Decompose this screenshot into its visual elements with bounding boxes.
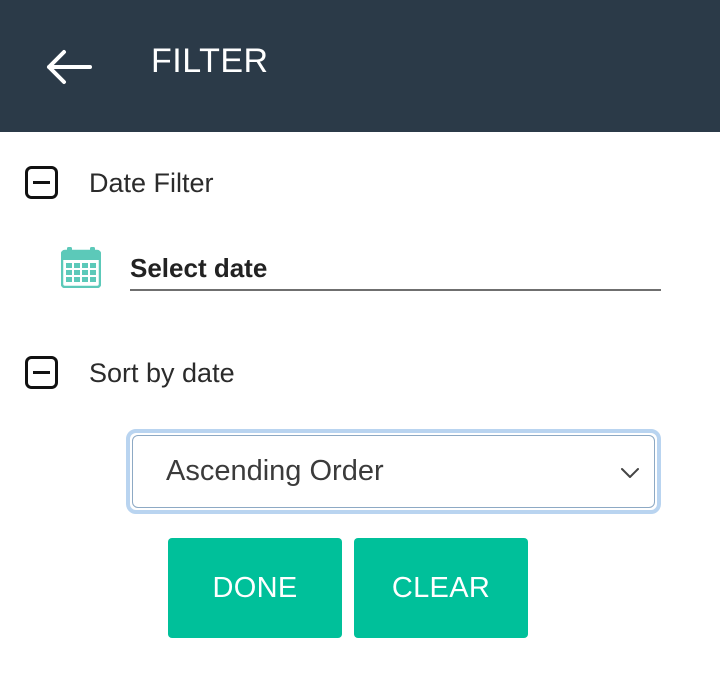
collapse-minus-icon [25,356,58,389]
sort-order-select-focus-ring: Ascending Order [126,429,661,514]
back-button[interactable] [40,44,96,88]
chevron-down-icon [621,468,639,478]
calendar-icon[interactable] [60,246,102,289]
clear-button[interactable]: CLEAR [354,538,528,638]
date-filter-toggle[interactable] [25,166,58,199]
sort-filter-toggle[interactable] [25,356,58,389]
sort-filter-label: Sort by date [89,358,235,388]
top-app-bar: FILTER [0,0,720,132]
date-filter-label: Date Filter [89,168,214,198]
date-input[interactable] [130,248,661,291]
page-title: FILTER [151,42,269,80]
sort-order-select[interactable]: Ascending Order [132,435,655,508]
done-button[interactable]: DONE [168,538,342,638]
sort-order-selected-value: Ascending Order [166,455,384,487]
collapse-minus-icon [25,166,58,199]
arrow-left-icon [47,50,92,84]
